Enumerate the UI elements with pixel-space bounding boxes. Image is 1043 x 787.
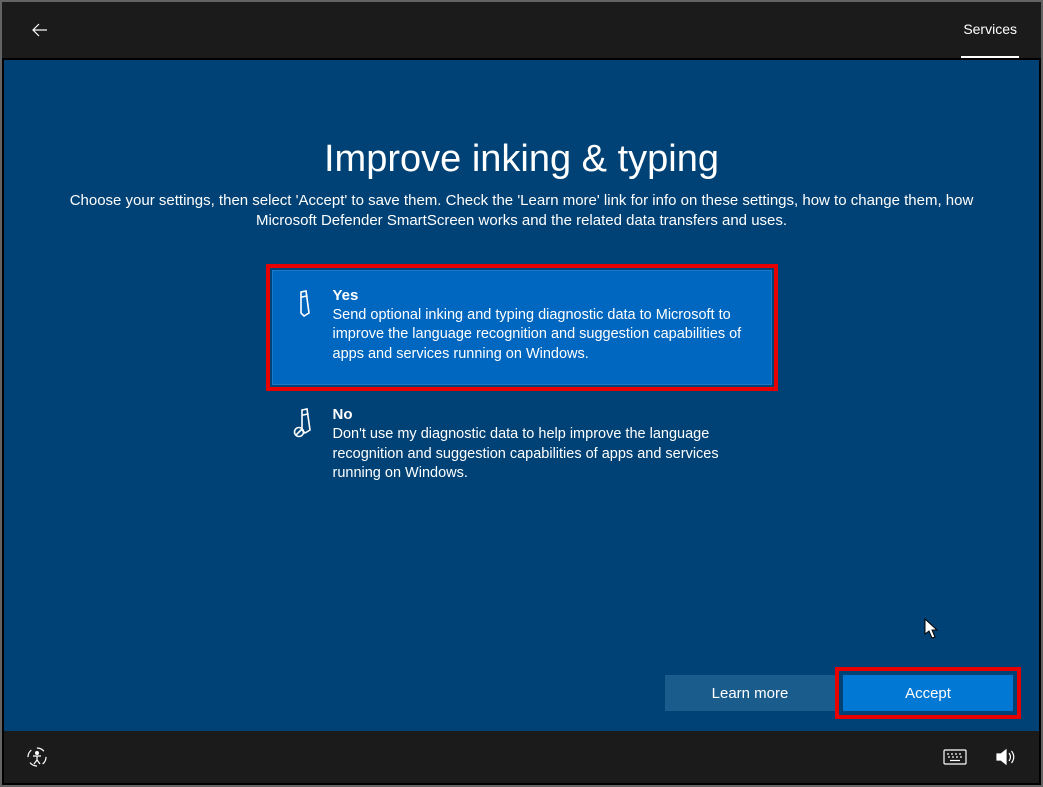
header-bar: Services	[2, 2, 1041, 58]
ease-of-access-button[interactable]	[26, 746, 48, 768]
footer-buttons: Learn more Accept	[665, 675, 1013, 711]
main-panel: Improve inking & typing Choose your sett…	[4, 60, 1039, 731]
option-yes[interactable]: Yes Send optional inking and typing diag…	[272, 270, 772, 386]
oobe-window: Services Improve inking & typing Choose …	[0, 0, 1043, 787]
pen-icon	[293, 287, 321, 365]
pen-disabled-icon	[293, 406, 321, 484]
option-no[interactable]: No Don't use my diagnostic data to help …	[272, 393, 772, 505]
onscreen-keyboard-button[interactable]	[943, 749, 967, 765]
option-no-title: No	[333, 406, 753, 423]
accept-button[interactable]: Accept	[843, 675, 1013, 711]
back-button[interactable]	[24, 14, 56, 46]
cursor-icon	[924, 618, 940, 645]
option-yes-desc: Send optional inking and typing diagnost…	[333, 306, 753, 365]
accept-highlight: Accept	[843, 675, 1013, 711]
bottom-task-bar	[4, 731, 1039, 783]
back-arrow-icon	[30, 20, 50, 40]
page-subtitle: Choose your settings, then select 'Accep…	[62, 191, 982, 232]
accessibility-icon	[26, 746, 48, 768]
services-tab[interactable]: Services	[961, 2, 1019, 58]
volume-icon	[995, 748, 1017, 766]
learn-more-button[interactable]: Learn more	[665, 675, 835, 711]
volume-button[interactable]	[995, 748, 1017, 766]
option-yes-title: Yes	[333, 287, 753, 304]
bottom-bar-right	[943, 748, 1017, 766]
keyboard-icon	[943, 749, 967, 765]
option-yes-text: Yes Send optional inking and typing diag…	[321, 287, 753, 365]
option-no-desc: Don't use my diagnostic data to help imp…	[333, 425, 753, 484]
option-no-text: No Don't use my diagnostic data to help …	[321, 406, 753, 484]
page-title: Improve inking & typing	[4, 138, 1039, 181]
options-group: Yes Send optional inking and typing diag…	[272, 270, 772, 505]
